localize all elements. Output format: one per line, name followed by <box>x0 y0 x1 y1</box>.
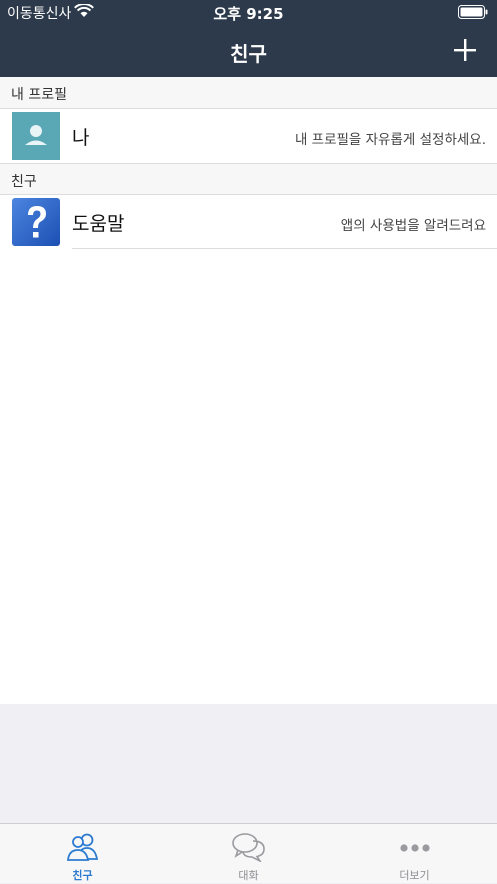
chat-bubbles-icon <box>231 833 265 862</box>
tab-label: 대화 <box>238 869 259 882</box>
tab-label: 더보기 <box>399 869 430 882</box>
tab-bar: 친구 대화 더보기 <box>0 823 497 883</box>
navigation-bar: 친구 <box>0 24 497 77</box>
tab-friends[interactable]: 친구 <box>0 824 165 884</box>
tab-chats[interactable]: 대화 <box>166 824 331 884</box>
clock: 오후 9:25 <box>213 5 284 23</box>
row-divider <box>72 248 497 249</box>
my-profile-row[interactable]: 나 내 프로필을 자유롭게 설정하세요. <box>0 109 497 163</box>
avatar <box>12 112 60 160</box>
section-header-label: 내 프로필 <box>11 87 67 103</box>
friends-list[interactable]: 내 프로필 나 내 프로필을 자유롭게 설정하세요. 친구 도움말 앱의 사용법… <box>0 77 497 704</box>
profile-name: 나 <box>72 127 90 149</box>
help-question-icon <box>12 198 60 246</box>
section-header-my-profile: 내 프로필 <box>0 77 497 109</box>
friend-status: 앱의 사용법을 알려드려요 <box>340 218 486 234</box>
battery-icon <box>458 5 488 19</box>
friend-name: 도움말 <box>72 213 125 235</box>
section-header-friends: 친구 <box>0 163 497 195</box>
plus-icon[interactable] <box>453 38 477 62</box>
page-title: 친구 <box>230 42 267 66</box>
list-item[interactable]: 도움말 앱의 사용법을 알려드려요 <box>0 195 497 249</box>
profile-status: 내 프로필을 자유롭게 설정하세요. <box>294 132 486 148</box>
tab-label: 친구 <box>72 869 93 882</box>
more-dots-icon <box>399 844 430 852</box>
status-bar: 이동통신사 오후 9:25 <box>0 0 497 24</box>
section-header-label: 친구 <box>11 174 37 190</box>
tab-more[interactable]: 더보기 <box>332 824 497 884</box>
friends-icon <box>66 833 98 861</box>
